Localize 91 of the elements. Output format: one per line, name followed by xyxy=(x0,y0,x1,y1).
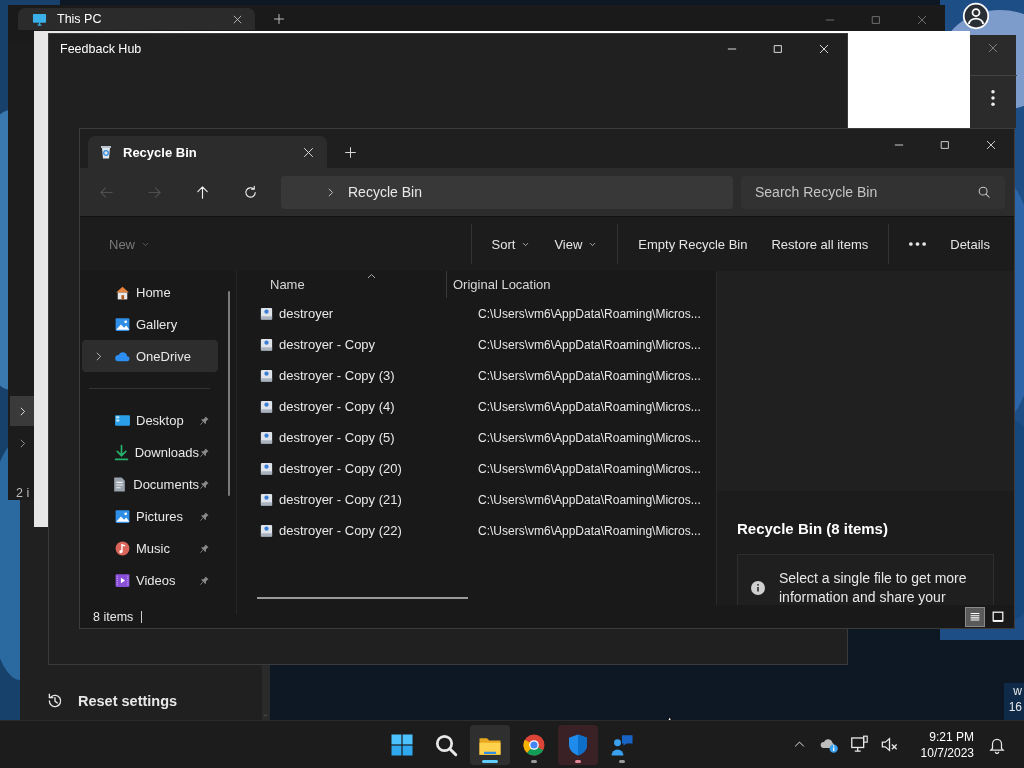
music-note-icon xyxy=(114,539,131,557)
text-fragment: w xyxy=(1013,683,1022,699)
sidebar-item[interactable]: Downloads xyxy=(82,436,218,468)
toolbar-button[interactable]: Empty Recycle Bin xyxy=(626,226,760,262)
sidebar-item[interactable]: Music xyxy=(82,532,218,564)
pin-icon xyxy=(199,510,210,522)
file-icon xyxy=(259,430,274,445)
more-icon xyxy=(909,242,927,246)
details-view-button[interactable] xyxy=(965,606,985,627)
video-icon xyxy=(114,571,131,589)
file-name[interactable]: destroyer - Copy (3) xyxy=(279,368,395,383)
running-indicator xyxy=(619,759,625,763)
column-header[interactable]: Original Location xyxy=(446,271,716,298)
file-icon xyxy=(259,523,274,538)
dropdown-button[interactable]: View xyxy=(542,226,610,262)
table-cell-text: C:\Users\vm6\AppData\Roaming\Micros... xyxy=(477,430,701,445)
person-chat-icon xyxy=(610,732,634,757)
monitor-icon xyxy=(32,11,47,27)
file-icon xyxy=(259,337,274,352)
start-icon xyxy=(390,732,414,757)
tab[interactable]: Recycle Bin xyxy=(88,136,327,168)
info-icon xyxy=(750,580,766,596)
pin-icon xyxy=(199,478,210,490)
sidebar-item[interactable]: Pictures xyxy=(82,500,218,532)
pin-icon xyxy=(199,542,210,554)
table-cell-text: C:\Users\vm6\AppData\Roaming\Micros... xyxy=(477,337,701,352)
pin-icon xyxy=(199,574,210,586)
address-bar[interactable]: Recycle Bin xyxy=(281,175,733,209)
info-text: Select a single file to get more information and share your xyxy=(779,569,968,607)
file-name[interactable]: destroyer - Copy xyxy=(279,337,376,352)
text-fragment: 16 xyxy=(1008,699,1022,715)
toolbar-button[interactable]: Details xyxy=(938,226,1002,262)
status-text: 2 i xyxy=(16,486,30,500)
close-icon[interactable] xyxy=(232,13,243,25)
file-name[interactable]: destroyer - Copy (22) xyxy=(279,523,402,538)
file-name[interactable]: destroyer - Copy (21) xyxy=(279,492,402,507)
running-indicator xyxy=(482,759,498,763)
search-icon xyxy=(977,185,991,199)
recycle-bin-icon xyxy=(98,144,114,160)
picture-icon xyxy=(114,507,131,525)
history-icon xyxy=(46,692,64,710)
file-name[interactable]: destroyer - Copy (4) xyxy=(279,399,395,414)
file-icon xyxy=(259,461,274,476)
table-cell-text: C:\Users\vm6\AppData\Roaming\Micros... xyxy=(477,492,701,507)
table-cell-text: C:\Users\vm6\AppData\Roaming\Micros... xyxy=(477,306,701,321)
pane-view-icon xyxy=(991,609,1005,624)
picture-icon xyxy=(114,315,131,333)
browser-icon xyxy=(522,732,546,757)
running-indicator xyxy=(531,759,537,763)
table-cell-text: C:\Users\vm6\AppData\Roaming\Micros... xyxy=(477,523,701,538)
status-text: 8 items xyxy=(93,610,143,623)
maximize-icon[interactable] xyxy=(939,139,951,151)
file-icon xyxy=(259,399,274,414)
file-icon xyxy=(259,368,274,383)
toolbar-button[interactable]: Restore all items xyxy=(759,226,881,262)
close-icon[interactable] xyxy=(302,145,315,159)
search-icon xyxy=(434,732,458,757)
plus-icon[interactable] xyxy=(343,145,357,159)
clock[interactable]: 9:21 PM 10/7/2023 xyxy=(920,728,974,761)
shield-icon xyxy=(566,732,590,757)
sidebar-item[interactable]: Videos xyxy=(82,564,218,596)
table-cell-text: C:\Users\vm6\AppData\Roaming\Micros... xyxy=(477,399,701,414)
column-header[interactable]: Name xyxy=(237,271,446,298)
pin-icon xyxy=(199,414,210,426)
download-icon xyxy=(112,443,130,461)
sidebar-item[interactable]: Home xyxy=(82,276,218,308)
network-icon xyxy=(850,735,870,754)
sidebar-item[interactable]: Documents xyxy=(82,468,218,500)
file-name[interactable]: destroyer xyxy=(279,306,334,321)
taskbar-button[interactable] xyxy=(470,724,510,765)
table-cell-text: C:\Users\vm6\AppData\Roaming\Micros... xyxy=(477,368,701,383)
file-icon xyxy=(259,492,274,507)
sidebar-item[interactable]: OneDrive xyxy=(82,340,218,372)
muted-speaker-icon xyxy=(880,735,900,754)
pin-icon xyxy=(199,446,210,458)
tab[interactable]: This PC xyxy=(18,8,255,30)
table-cell-text: C:\Users\vm6\AppData\Roaming\Micros... xyxy=(477,461,701,476)
maximize-icon[interactable] xyxy=(772,43,784,55)
running-indicator xyxy=(575,759,581,763)
file-name[interactable]: destroyer - Copy (5) xyxy=(279,430,395,445)
dropdown-button[interactable]: Sort xyxy=(479,226,543,262)
settings-item[interactable]: Reset settings xyxy=(20,682,262,720)
window-title: Feedback Hub xyxy=(60,42,143,56)
search-field[interactable]: Search Recycle Bin xyxy=(741,175,1005,209)
file-name[interactable]: destroyer - Copy (20) xyxy=(279,461,402,476)
account-icon[interactable] xyxy=(962,2,990,30)
file-icon xyxy=(259,306,274,321)
plus-icon[interactable] xyxy=(273,13,285,25)
pane-title: Recycle Bin (8 items) xyxy=(737,520,889,537)
sidebar-item[interactable]: Desktop xyxy=(82,404,218,436)
sidebar-item[interactable]: Gallery xyxy=(82,308,218,340)
